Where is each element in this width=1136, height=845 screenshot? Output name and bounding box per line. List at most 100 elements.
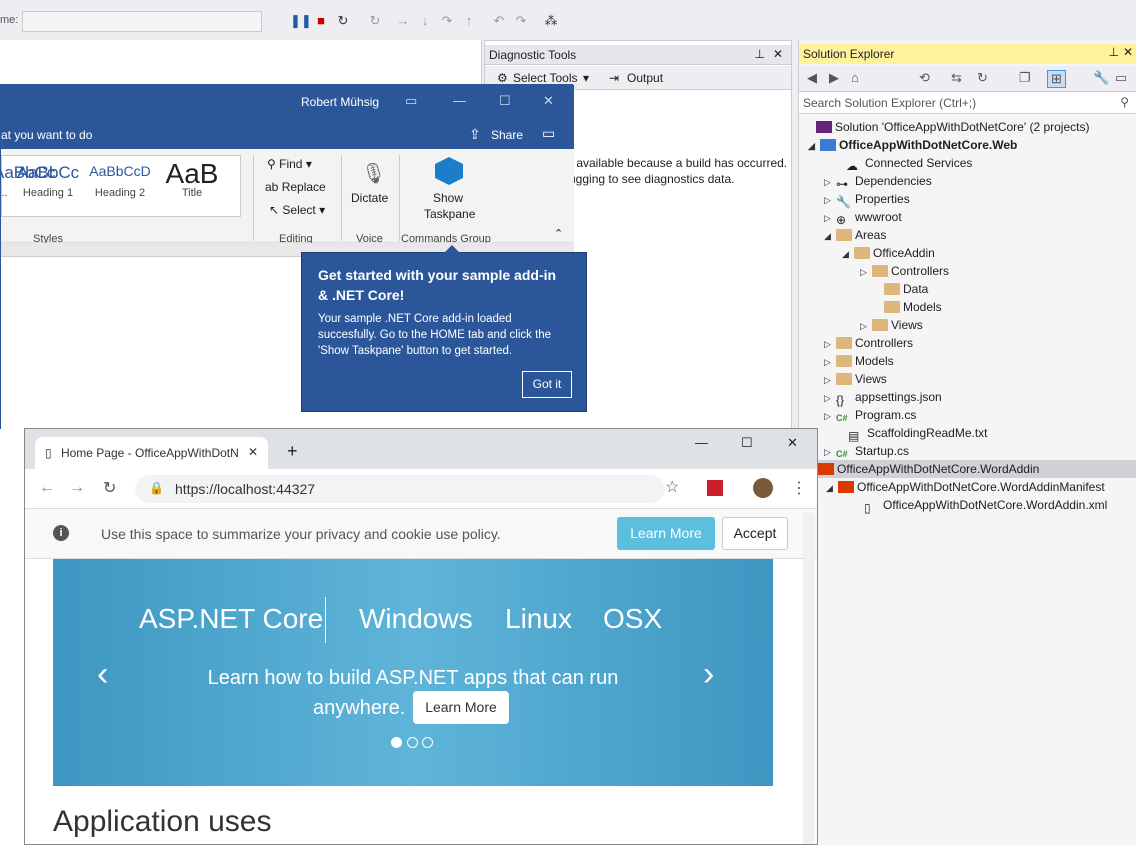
cookie-accept-button[interactable]: Accept bbox=[722, 517, 788, 550]
reload-icon[interactable]: ↻ bbox=[103, 478, 116, 498]
tree-node[interactable]: ▷ Views bbox=[824, 370, 887, 388]
step-out-icon[interactable]: ↷ bbox=[438, 11, 456, 31]
tree-node[interactable]: ☁ Connected Services bbox=[834, 154, 972, 173]
tree-node[interactable]: ◢ OfficeAddin bbox=[842, 244, 935, 262]
find-button[interactable]: ⚲ Find ▾ bbox=[267, 157, 312, 171]
style-heading-2[interactable]: AaBbCcD Heading 2 bbox=[87, 163, 153, 199]
step-into-icon[interactable]: ↓ bbox=[416, 11, 434, 31]
pause-icon[interactable]: ❚❚ bbox=[290, 11, 312, 31]
forward-icon[interactable]: ▶ bbox=[829, 70, 839, 86]
tree-node[interactable]: ▷ Controllers bbox=[824, 334, 913, 352]
tree-node-selected[interactable]: OfficeAppWithDotNetCore.WordAddin bbox=[798, 460, 1136, 478]
tree-node[interactable]: Solution 'OfficeAppWithDotNetCore' (2 pr… bbox=[804, 118, 1089, 136]
tree-node[interactable]: ▷ C# Startup.cs bbox=[824, 442, 909, 460]
collapse-ribbon-icon[interactable]: ⌃ bbox=[554, 227, 563, 240]
step-up-icon[interactable]: ↑ bbox=[460, 11, 478, 31]
tree-node[interactable]: ▷ Views bbox=[860, 316, 923, 334]
carousel-indicator[interactable] bbox=[422, 737, 433, 748]
copy-icon[interactable]: ❐ bbox=[1019, 70, 1031, 86]
tree-node[interactable]: ◢ OfficeAppWithDotNetCore.WordAddinManife… bbox=[826, 478, 1105, 496]
pin-icon[interactable]: ⊥ bbox=[1109, 45, 1119, 59]
replace-button[interactable]: ab Replace bbox=[265, 180, 326, 194]
tree-node[interactable]: ▷ Controllers bbox=[860, 262, 949, 280]
url-field[interactable]: 🔒 https://localhost:44327 bbox=[135, 475, 665, 503]
tree-node[interactable]: ▷ ⊶ Dependencies bbox=[824, 172, 932, 191]
cookie-learn-more-button[interactable]: Learn More bbox=[617, 517, 715, 550]
chevron-down-icon[interactable]: ▾ bbox=[583, 71, 589, 85]
close-icon[interactable]: ✕ bbox=[787, 435, 798, 451]
avatar[interactable] bbox=[753, 478, 773, 498]
got-it-button[interactable]: Got it bbox=[522, 371, 572, 398]
tree-node[interactable]: Models bbox=[872, 298, 942, 316]
carousel-indicator-active[interactable] bbox=[391, 737, 402, 748]
extension-icon[interactable] bbox=[707, 480, 723, 496]
dictate-button[interactable]: Dictate bbox=[351, 191, 388, 205]
select-button[interactable]: ↖ Select ▾ bbox=[269, 203, 325, 217]
stop-icon[interactable]: ■ bbox=[312, 11, 330, 31]
carousel-learn-more-button[interactable]: Learn More bbox=[413, 691, 509, 724]
maximize-icon[interactable]: ☐ bbox=[499, 93, 511, 109]
breakpoints-icon[interactable]: ⁂ bbox=[542, 11, 560, 31]
tree-node[interactable]: ▷ ⊕ wwwroot bbox=[824, 208, 902, 227]
output-button[interactable]: Output bbox=[627, 71, 663, 85]
restart-icon[interactable]: ↻ bbox=[334, 11, 352, 31]
ribbon-display-icon[interactable]: ▭ bbox=[405, 93, 417, 109]
tree-label: Properties bbox=[855, 192, 910, 206]
show-all-files-icon[interactable]: ⊞ bbox=[1047, 70, 1066, 88]
frame-combo[interactable] bbox=[22, 11, 262, 32]
tree-node[interactable]: ▷{} appsettings.json bbox=[824, 388, 942, 407]
carousel-next-icon[interactable]: › bbox=[703, 655, 714, 694]
browser-tab[interactable]: ▯ Home Page - OfficeAppWithDotN ✕ bbox=[35, 437, 268, 469]
tree-node[interactable]: Data bbox=[872, 280, 928, 298]
home-icon[interactable]: ⌂ bbox=[851, 70, 859, 85]
solution-search-input[interactable]: Search Solution Explorer (Ctrl+;) ⚲ bbox=[799, 92, 1136, 114]
tree-node[interactable]: ▷ C# Program.cs bbox=[824, 406, 916, 424]
style-title[interactable]: AaB Title bbox=[159, 160, 225, 200]
carousel-indicator[interactable] bbox=[407, 737, 418, 748]
close-icon[interactable]: ✕ bbox=[773, 47, 783, 61]
sync-icon[interactable]: ⇆ bbox=[951, 70, 962, 86]
select-tools-dropdown[interactable]: Select Tools bbox=[513, 71, 577, 85]
close-icon[interactable]: ✕ bbox=[543, 93, 554, 109]
share-button[interactable]: Share bbox=[491, 128, 523, 142]
comments-icon[interactable]: ▭ bbox=[542, 125, 555, 142]
menu-icon[interactable]: ⋮ bbox=[791, 478, 807, 498]
back-icon[interactable]: ← bbox=[39, 479, 55, 497]
style-heading-1[interactable]: AaBbCc Heading 1 bbox=[15, 163, 81, 199]
step-over-icon[interactable]: → bbox=[394, 11, 412, 31]
redo-icon[interactable]: ↷ bbox=[512, 11, 530, 31]
back-icon[interactable]: ◀ bbox=[807, 70, 817, 86]
minimize-icon[interactable]: — bbox=[695, 435, 708, 450]
new-tab-icon[interactable]: + bbox=[287, 441, 298, 462]
pin-icon[interactable]: ⊥ bbox=[755, 47, 765, 61]
gear-icon[interactable]: ⚙ bbox=[497, 71, 508, 85]
tree-node[interactable]: ▯ OfficeAppWithDotNetCore.WordAddin.xml bbox=[852, 496, 1107, 515]
style-normal[interactable]: AaBbCc... bbox=[0, 163, 55, 199]
undo-icon[interactable]: ↶ bbox=[490, 11, 508, 31]
show-taskpane-line1[interactable]: Show bbox=[433, 191, 463, 205]
share-icon[interactable]: ⇪ bbox=[469, 126, 481, 143]
history-icon[interactable]: ⟲ bbox=[919, 70, 930, 86]
star-icon[interactable]: ☆ bbox=[665, 477, 679, 497]
wrench-icon[interactable]: 🔧 bbox=[1093, 70, 1109, 86]
tree-node[interactable]: ▤ ScaffoldingReadMe.txt bbox=[836, 424, 988, 443]
hot-reload-icon[interactable]: ↻ bbox=[366, 11, 384, 31]
close-icon[interactable]: ✕ bbox=[1123, 45, 1133, 59]
show-taskpane-line2[interactable]: Taskpane bbox=[424, 207, 475, 221]
carousel-prev-icon[interactable]: ‹ bbox=[97, 655, 108, 694]
tree-node[interactable]: ▷ 🔧 Properties bbox=[824, 190, 910, 209]
tree-node[interactable]: ◢ Areas bbox=[824, 226, 886, 244]
search-icon[interactable]: ⚲ bbox=[1120, 95, 1129, 109]
maximize-icon[interactable]: ☐ bbox=[741, 435, 753, 451]
preview-icon[interactable]: ▭ bbox=[1115, 70, 1127, 86]
tell-me-input[interactable]: at you want to do bbox=[1, 128, 92, 142]
tree-node[interactable]: ▷ Models bbox=[824, 352, 894, 370]
close-icon[interactable]: ✕ bbox=[248, 445, 258, 459]
microphone-icon[interactable]: 🎙 bbox=[361, 161, 386, 186]
globe-icon: ⊕ bbox=[836, 212, 847, 227]
scrollbar[interactable] bbox=[803, 513, 815, 844]
tree-node[interactable]: ◢ OfficeAppWithDotNetCore.Web bbox=[808, 136, 1017, 154]
minimize-icon[interactable]: — bbox=[453, 93, 466, 108]
forward-icon[interactable]: → bbox=[69, 479, 85, 497]
refresh-icon[interactable]: ↻ bbox=[977, 70, 988, 86]
